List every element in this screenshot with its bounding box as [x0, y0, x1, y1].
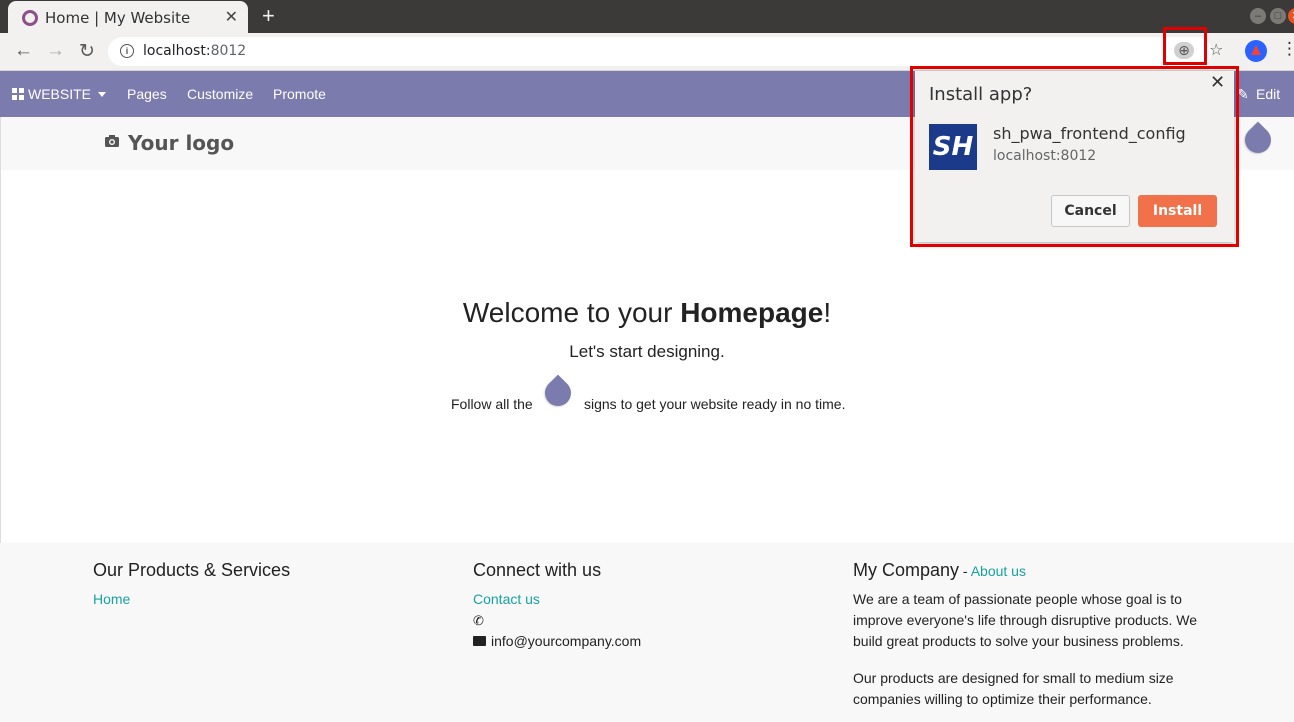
tab-close-icon[interactable]: ✕	[225, 7, 238, 27]
tab-title: Home | My Website	[45, 9, 191, 27]
welcome-heading: Welcome to your Homepage!	[462, 297, 832, 328]
footer-company-paragraph: Our products are designed for small to m…	[853, 670, 1174, 707]
install-app-icon[interactable]: ⊕	[1174, 42, 1194, 59]
app-origin: localhost:8012	[993, 148, 1097, 164]
welcome-subtitle: Let's start designing.	[569, 342, 725, 361]
cancel-button[interactable]: Cancel	[1051, 195, 1130, 227]
install-button[interactable]: Install	[1138, 195, 1217, 227]
hint-drop-icon[interactable]	[539, 374, 577, 412]
footer-connect-heading: Connect with us	[473, 560, 602, 580]
follow-text-before: Follow all the	[451, 396, 533, 412]
footer-products-heading: Our Products & Services	[93, 560, 291, 580]
odoo-favicon-icon	[22, 10, 38, 26]
bookmark-star-icon[interactable]: ☆	[1209, 40, 1223, 60]
footer-link-contact[interactable]: Contact us	[473, 591, 540, 607]
app-logo-icon: SH	[929, 124, 977, 170]
footer-email[interactable]: info@yourcompany.com	[491, 633, 641, 649]
app-name: sh_pwa_frontend_config	[993, 124, 1186, 143]
site-logo[interactable]: Your logo	[128, 131, 234, 155]
url-text: localhost:8012	[143, 43, 247, 59]
minimize-icon[interactable]: –	[1250, 8, 1266, 24]
extension-icon[interactable]	[1245, 40, 1267, 62]
camera-icon	[105, 135, 119, 147]
footer-link-home[interactable]: Home	[93, 591, 130, 607]
phone-icon: ✆	[473, 613, 484, 628]
maximize-icon[interactable]: □	[1270, 8, 1286, 24]
caret-down-icon	[98, 92, 106, 97]
footer-company-paragraph: We are a team of passionate people whose…	[853, 591, 1198, 649]
follow-text-after: signs to get your website ready in no ti…	[584, 396, 846, 412]
reload-icon[interactable]: ↻	[79, 40, 95, 63]
dialog-title: Install app?	[929, 84, 1033, 105]
browser-menu-icon[interactable]: ⋮	[1281, 39, 1294, 59]
site-info-icon[interactable]: i	[120, 44, 134, 58]
browser-tab[interactable]: Home | My Website ✕	[8, 1, 248, 33]
new-tab-icon[interactable]: +	[262, 3, 275, 29]
nav-customize[interactable]: Customize	[187, 86, 253, 102]
address-bar[interactable]: i localhost:8012	[108, 37, 1212, 66]
website-menu[interactable]: WEBSITE	[28, 86, 91, 102]
footer-company-heading: My Company - About us	[853, 560, 1026, 580]
footer-link-about[interactable]: About us	[971, 563, 1026, 579]
apps-grid-icon[interactable]	[12, 88, 24, 100]
nav-promote[interactable]: Promote	[273, 86, 326, 102]
dialog-close-icon[interactable]: ✕	[1210, 72, 1225, 93]
edit-button[interactable]: Edit	[1256, 86, 1280, 102]
envelope-icon	[473, 636, 486, 646]
forward-icon[interactable]: →	[46, 40, 65, 62]
back-icon[interactable]: ←	[14, 40, 33, 62]
nav-pages[interactable]: Pages	[127, 86, 167, 102]
